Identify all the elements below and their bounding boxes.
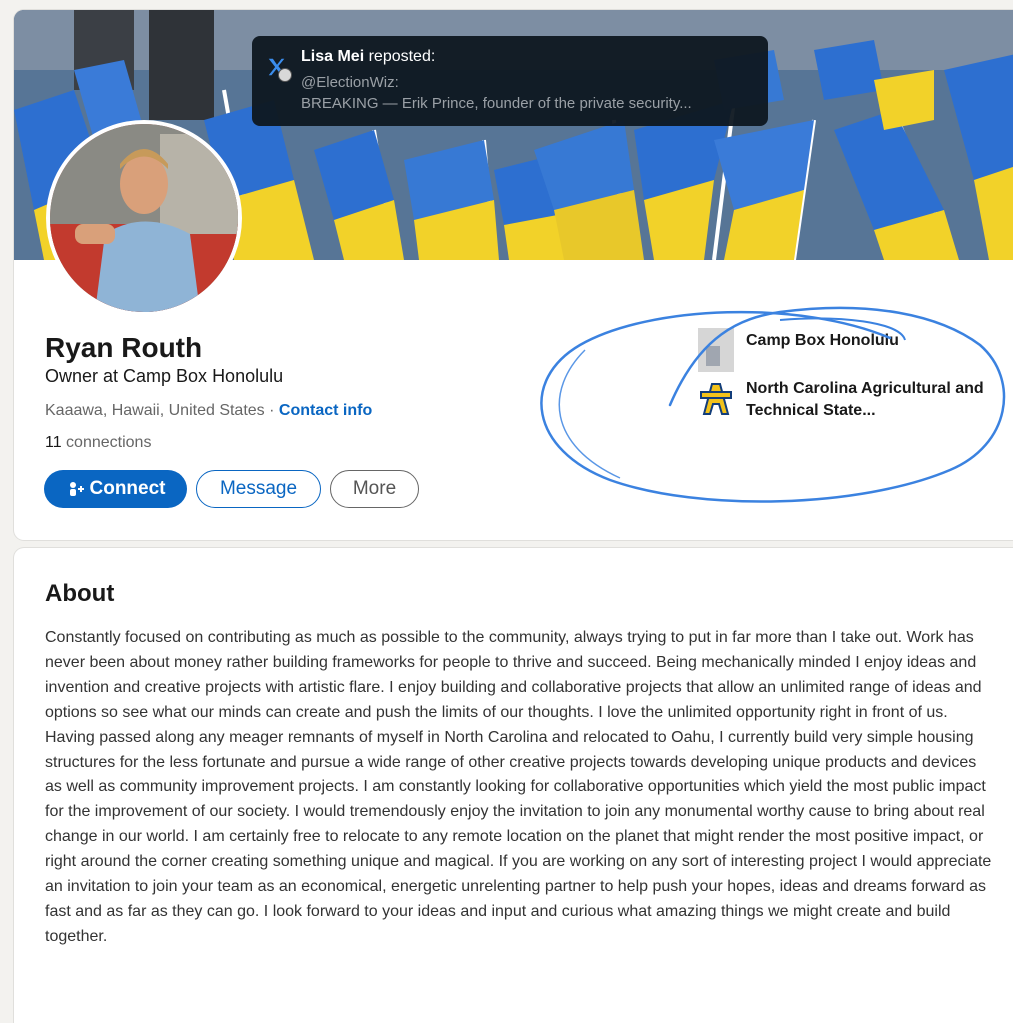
org-name-education: North Carolina Agricultural and Technica…	[746, 380, 984, 419]
profile-location: Kaaawa, Hawaii, United States	[45, 402, 265, 419]
profile-name: Ryan Routh	[45, 332, 203, 363]
profile-photo[interactable]	[46, 120, 242, 316]
separator: ·	[264, 402, 279, 419]
repost-tooltip[interactable]: Lisa Mei reposted: @ElectionWiz: BREAKIN…	[252, 36, 768, 126]
org-name-company: Camp Box Honolulu	[746, 332, 899, 349]
connect-label: Connect	[89, 478, 166, 499]
contact-info-link[interactable]: Contact info	[279, 402, 372, 419]
connections-count[interactable]: 11 connections	[45, 434, 151, 452]
about-paragraph: Having passed along any meager remnants …	[45, 728, 992, 945]
repost-handle: @ElectionWiz:	[301, 74, 399, 91]
message-button[interactable]: Message	[196, 470, 321, 508]
about-paragraph: Constantly focused on contributing as mu…	[45, 629, 982, 721]
profile-card: Lisa Mei reposted: @ElectionWiz: BREAKIN…	[14, 10, 1013, 540]
university-logo-icon	[700, 383, 732, 415]
connections-label: connections	[61, 434, 152, 451]
about-text: Constantly focused on contributing as mu…	[45, 626, 995, 950]
org-education[interactable]: North Carolina Agricultural and Technica…	[698, 378, 986, 422]
connections-number: 11	[45, 434, 62, 451]
more-button[interactable]: More	[330, 470, 419, 508]
org-current-company[interactable]: Camp Box Honolulu	[698, 328, 986, 372]
location-row: Kaaawa, Hawaii, United States · Contact …	[45, 402, 372, 420]
reposter-avatar	[278, 68, 292, 82]
reposted-label: reposted:	[364, 48, 436, 65]
reposter-name: Lisa Mei	[301, 48, 365, 65]
repost-header: Lisa Mei reposted:	[301, 48, 435, 66]
about-section: About Constantly focused on contributing…	[14, 548, 1013, 1023]
add-person-icon	[69, 482, 84, 496]
about-title: About	[45, 580, 115, 607]
profile-photo-image	[50, 124, 238, 312]
company-logo-icon	[698, 328, 734, 372]
profile-headline: Owner at Camp Box Honolulu	[45, 366, 284, 386]
connect-button[interactable]: Connect	[44, 470, 187, 508]
repost-preview: BREAKING — Erik Prince, founder of the p…	[301, 95, 692, 112]
